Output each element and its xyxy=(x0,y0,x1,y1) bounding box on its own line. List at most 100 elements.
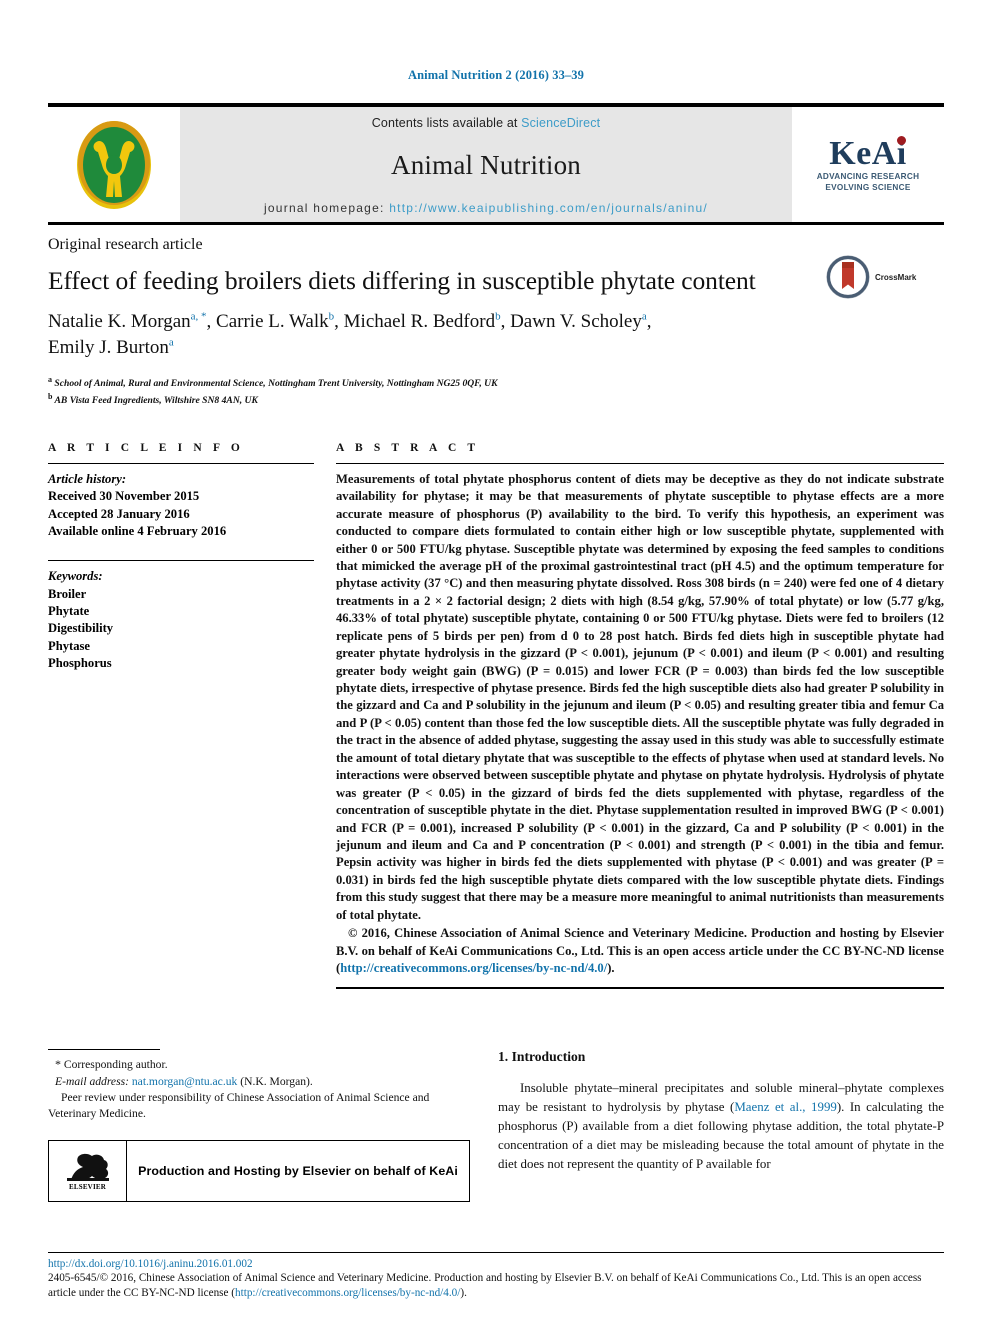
crossmark-icon xyxy=(826,255,870,299)
keai-tagline-line2: EVOLVING SCIENCE xyxy=(825,182,911,192)
article-info-heading: A R T I C L E I N F O xyxy=(48,441,244,454)
keyword-item: Broiler xyxy=(48,586,87,601)
author-list: Natalie K. Morgana, *, Carrie L. Walkb, … xyxy=(48,310,652,358)
history-item: Accepted 28 January 2016 xyxy=(48,506,190,521)
keyword-item: Phytate xyxy=(48,604,90,619)
history-item: Received 30 November 2015 xyxy=(48,489,200,504)
introduction-body: Insoluble phytate–mineral precipitates a… xyxy=(498,1079,944,1173)
corresponding-label: Corresponding author. xyxy=(63,1058,168,1072)
publisher-logo-cell: KeAi ADVANCING RESEARCH EVOLVING SCIENCE xyxy=(792,107,944,222)
keyword-item: Phytase xyxy=(48,638,90,653)
author-name: Dawn V. Scholey xyxy=(510,311,642,333)
copyright-tail: ). xyxy=(607,961,615,976)
running-head: Animal Nutrition 2 (2016) 33–39 xyxy=(407,68,584,82)
keywords-block: Keywords: Broiler Phytate Digestibility … xyxy=(48,568,314,672)
introduction-paragraph: Insoluble phytate–mineral precipitates a… xyxy=(498,1079,944,1173)
affiliation-text: AB Vista Feed Ingredients, Wiltshire SN8… xyxy=(54,394,258,406)
license-link[interactable]: http://creativecommons.org/licenses/by-n… xyxy=(340,961,607,975)
affiliation-text: School of Animal, Rural and Environmenta… xyxy=(54,377,498,389)
affiliation-marker: b xyxy=(48,391,53,401)
journal-homepage-line: journal homepage: http://www.keaipublish… xyxy=(264,201,708,215)
affiliation-item: b AB Vista Feed Ingredients, Wiltshire S… xyxy=(48,391,826,408)
article-history-block: Article history: Received 30 November 20… xyxy=(48,471,314,541)
page-title: Effect of feeding broilers diets differi… xyxy=(48,266,756,295)
keai-wordmark-text: KeAi xyxy=(829,135,907,173)
doi-link[interactable]: http://dx.doi.org/10.1016/j.aninu.2016.0… xyxy=(48,1258,944,1270)
keywords-label: Keywords: xyxy=(48,569,103,584)
history-item: Available online 4 February 2016 xyxy=(48,523,227,538)
abstract-body: Measurements of total phytate phosphorus… xyxy=(336,471,944,978)
abstract-heading: A B S T R A C T xyxy=(336,441,480,454)
author-affiliation-marker[interactable]: a, * xyxy=(191,311,207,323)
journal-emblem-cell xyxy=(48,107,180,222)
crossmark-badge[interactable]: CrossMark xyxy=(826,225,944,299)
journal-title: Animal Nutrition xyxy=(391,150,581,180)
lower-columns: * Corresponding author. E-mail address: … xyxy=(48,1049,944,1203)
homepage-label: journal homepage: xyxy=(263,201,390,215)
homepage-url-link[interactable]: http://www.keaipublishing.com/en/journal… xyxy=(389,201,708,215)
abstract-column: A B S T R A C T Measurements of total ph… xyxy=(336,442,944,990)
crossmark-label: CrossMark xyxy=(875,272,917,282)
abstract-copyright: © 2016, Chinese Association of Animal Sc… xyxy=(336,925,944,977)
journal-masthead: Contents lists available at ScienceDirec… xyxy=(48,107,944,222)
animal-nutrition-emblem-icon xyxy=(77,120,151,209)
article-info-column: A R T I C L E I N F O Article history: R… xyxy=(48,442,336,990)
keyword-item: Digestibility xyxy=(48,621,114,636)
author-name: Emily J. Burton xyxy=(48,336,169,358)
author-affiliation-marker[interactable]: a xyxy=(642,311,647,323)
title-column: Original research article Effect of feed… xyxy=(48,225,826,408)
abstract-rule xyxy=(336,462,944,464)
elsevier-tree-icon xyxy=(66,1153,109,1181)
masthead-band: Contents lists available at ScienceDirec… xyxy=(180,107,792,222)
contents-available-line: Contents lists available at ScienceDirec… xyxy=(372,116,600,130)
author-name: Natalie K. Morgan xyxy=(48,311,191,333)
title-block: Original research article Effect of feed… xyxy=(48,225,944,408)
email-label: E-mail address: xyxy=(55,1074,129,1088)
introduction-heading: 1. Introduction xyxy=(498,1049,586,1065)
corresponding-author-note: * Corresponding author. xyxy=(48,1056,470,1073)
keai-logo: KeAi ADVANCING RESEARCH EVOLVING SCIENCE xyxy=(816,135,920,192)
affiliation-list: a School of Animal, Rural and Environmen… xyxy=(48,374,826,408)
corresponding-marker: * xyxy=(55,1057,61,1072)
footnote-rule xyxy=(48,1049,160,1051)
author-affiliation-marker[interactable]: b xyxy=(495,311,501,323)
email-link[interactable]: nat.morgan@ntu.ac.uk xyxy=(132,1075,237,1088)
footer-rule xyxy=(48,1251,944,1253)
peer-review-note: Peer review under responsibility of Chin… xyxy=(48,1090,430,1121)
author-name: Michael R. Bedford xyxy=(343,311,496,333)
footnote-block: * Corresponding author. E-mail address: … xyxy=(48,1056,470,1122)
abstract-text: Measurements of total phytate phosphorus… xyxy=(336,471,944,922)
keai-tagline-line1: ADVANCING RESEARCH xyxy=(816,172,920,182)
citation-link[interactable]: Maenz et al., 1999 xyxy=(734,1100,837,1114)
paper-page: Animal Nutrition 2 (2016) 33–39 Contents… xyxy=(0,0,992,1323)
author-affiliation-marker[interactable]: b xyxy=(329,311,335,323)
info-abstract-columns: A R T I C L E I N F O Article history: R… xyxy=(48,442,944,990)
contents-prefix-text: Contents lists available at xyxy=(371,116,522,130)
introduction-column: 1. Introduction Insoluble phytate–minera… xyxy=(498,1049,944,1202)
footnote-column: * Corresponding author. E-mail address: … xyxy=(48,1049,498,1203)
article-history-label: Article history: xyxy=(48,471,127,486)
footer-copyright: 2405-6545/© 2016, Chinese Association of… xyxy=(48,1271,944,1301)
abstract-bottom-rule xyxy=(336,987,944,990)
author-name: Carrie L. Walk xyxy=(216,311,329,333)
elsevier-hosting-text: Production and Hosting by Elsevier on be… xyxy=(138,1164,458,1179)
page-footer: http://dx.doi.org/10.1016/j.aninu.2016.0… xyxy=(48,1251,944,1301)
affiliation-item: a School of Animal, Rural and Environmen… xyxy=(48,374,826,391)
footer-copyright-tail: ). xyxy=(460,1286,467,1299)
keai-wordmark: KeAi xyxy=(829,135,907,173)
elsevier-wordmark: ELSEVIER xyxy=(68,1182,106,1191)
email-note: E-mail address: nat.morgan@ntu.ac.uk (N.… xyxy=(48,1074,470,1090)
elsevier-hosting-box: ELSEVIER Production and Hosting by Elsev… xyxy=(48,1140,470,1203)
affiliation-marker: a xyxy=(48,374,52,384)
issn-copyright-text: 2405-6545/© 2016, Chinese Association of… xyxy=(48,1271,922,1299)
article-info-rule xyxy=(48,462,314,464)
sciencedirect-link[interactable]: ScienceDirect xyxy=(521,116,600,130)
keywords-divider xyxy=(48,560,314,562)
keyword-item: Phosphorus xyxy=(48,656,112,671)
email-attribution: (N.K. Morgan). xyxy=(240,1074,313,1088)
footer-license-link[interactable]: http://creativecommons.org/licenses/by-n… xyxy=(235,1287,460,1299)
elsevier-logo-cell: ELSEVIER xyxy=(49,1141,127,1202)
author-affiliation-marker[interactable]: a xyxy=(169,337,174,349)
article-type-kicker: Original research article xyxy=(48,236,203,253)
